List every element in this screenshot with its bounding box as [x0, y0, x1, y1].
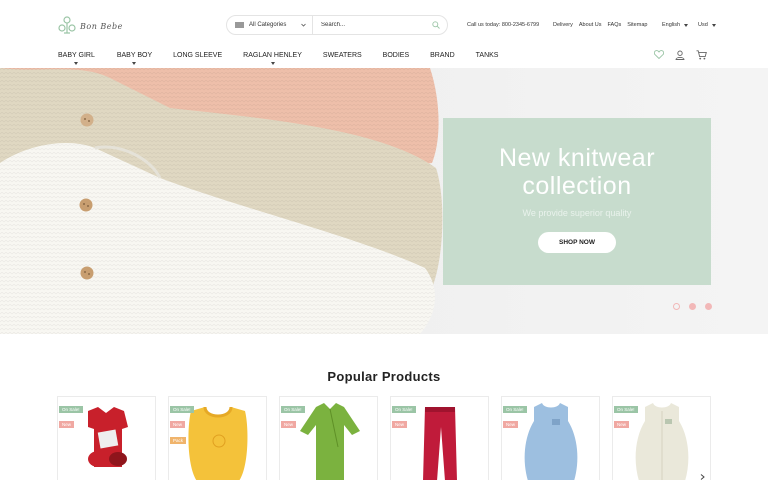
- slider-dots: [673, 303, 712, 310]
- brand-name: Bon Bebe: [80, 21, 123, 31]
- nav-bodies[interactable]: BODIES: [383, 52, 409, 59]
- new-badge: New: [614, 421, 630, 428]
- sale-badge: On Sale!: [503, 406, 527, 413]
- new-badge: New: [392, 421, 408, 428]
- locale-selectors: English Usd: [662, 22, 716, 28]
- nav-tanks[interactable]: TANKS: [476, 52, 499, 59]
- sale-badge: On Sale!: [614, 406, 638, 413]
- pack-badge: Pack: [170, 437, 187, 444]
- product-card[interactable]: On Sale! New: [390, 396, 489, 480]
- sale-badge: On Sale!: [170, 406, 194, 413]
- sale-badge: On Sale!: [59, 406, 83, 413]
- sale-badge: On Sale!: [281, 406, 305, 413]
- slider-dot[interactable]: [673, 303, 680, 310]
- nav-label: BABY GIRL: [58, 52, 95, 59]
- caret-down-icon: [132, 62, 137, 65]
- product-card[interactable]: On Sale! New: [501, 396, 600, 480]
- header-icons: [654, 50, 707, 60]
- nav-long-sleeve[interactable]: LONG SLEEVE: [173, 52, 222, 59]
- nav-brand[interactable]: BRAND: [430, 52, 455, 59]
- product-card[interactable]: On Sale! New: [612, 396, 711, 480]
- new-badge: New: [503, 421, 519, 428]
- heart-icon[interactable]: [654, 50, 664, 59]
- nav-label: BABY BOY: [116, 52, 153, 59]
- product-card[interactable]: On Sale! New: [57, 396, 156, 480]
- nav-baby-boy[interactable]: BABY BOY: [116, 52, 153, 65]
- promo-subtitle: We provide superior quality: [522, 208, 632, 218]
- promo-title-line2: collection: [522, 172, 632, 200]
- nav-label: LONG SLEEVE: [173, 52, 223, 59]
- new-badge: New: [59, 421, 75, 428]
- caret-down-icon: [684, 23, 689, 27]
- brand-logo[interactable]: Bon Bebe: [58, 16, 123, 36]
- search-bar: All Categories: [226, 15, 448, 35]
- link-about-us[interactable]: About Us: [579, 22, 602, 28]
- hero-banner: New knitwear collection We provide super…: [0, 68, 768, 334]
- nav-label: BRAND: [430, 52, 455, 59]
- caret-down-icon: [74, 62, 79, 65]
- caret-down-icon: [711, 23, 716, 27]
- promo-box: New knitwear collection We provide super…: [443, 118, 711, 285]
- slider-dot[interactable]: [705, 303, 712, 310]
- search-icon: [432, 21, 440, 29]
- new-badge: New: [170, 421, 186, 428]
- chevron-right-icon[interactable]: [700, 474, 705, 480]
- nav-label: BODIES: [382, 52, 410, 59]
- language-dropdown[interactable]: English: [662, 22, 689, 28]
- category-select[interactable]: All Categories: [227, 16, 313, 34]
- top-links: Delivery About Us FAQs Sitemap: [553, 22, 647, 28]
- main-nav: BABY GIRL BABY BOY LONG SLEEVE RAGLAN HE…: [58, 52, 499, 65]
- nav-label: TANKS: [475, 52, 499, 59]
- logo-icon: [58, 16, 76, 34]
- language-label: English: [662, 22, 681, 28]
- link-delivery[interactable]: Delivery: [553, 22, 573, 28]
- nav-label: RAGLAN HENLEY: [243, 52, 302, 59]
- product-card[interactable]: On Sale! New Pack: [168, 396, 267, 480]
- currency-dropdown[interactable]: Usd: [698, 22, 716, 28]
- section-title: Popular Products: [327, 369, 441, 384]
- nav-baby-girl[interactable]: BABY GIRL: [58, 52, 95, 65]
- link-faqs[interactable]: FAQs: [608, 22, 622, 28]
- product-card[interactable]: On Sale! New: [279, 396, 378, 480]
- slider-dot[interactable]: [689, 303, 696, 310]
- menu-lines-icon: [235, 22, 244, 28]
- cart-icon[interactable]: [696, 50, 707, 60]
- nav-sweaters[interactable]: SWEATERS: [323, 52, 362, 59]
- category-select-label: All Categories: [249, 22, 287, 28]
- search-button[interactable]: [425, 16, 447, 34]
- caret-down-icon: [270, 62, 275, 65]
- search-input[interactable]: [313, 16, 425, 34]
- new-badge: New: [281, 421, 297, 428]
- promo-title-line1: New knitwear: [498, 144, 656, 172]
- nav-raglan-henley[interactable]: RAGLAN HENLEY: [243, 52, 302, 65]
- sale-badge: On Sale!: [392, 406, 416, 413]
- call-us-text: Call us today: 800-2345-6799: [467, 22, 540, 28]
- shop-now-button[interactable]: SHOP NOW: [538, 232, 616, 253]
- nav-label: SWEATERS: [322, 52, 362, 59]
- user-icon[interactable]: [675, 50, 685, 60]
- link-sitemap[interactable]: Sitemap: [627, 22, 647, 28]
- chevron-down-icon: [301, 23, 306, 27]
- currency-label: Usd: [698, 22, 708, 28]
